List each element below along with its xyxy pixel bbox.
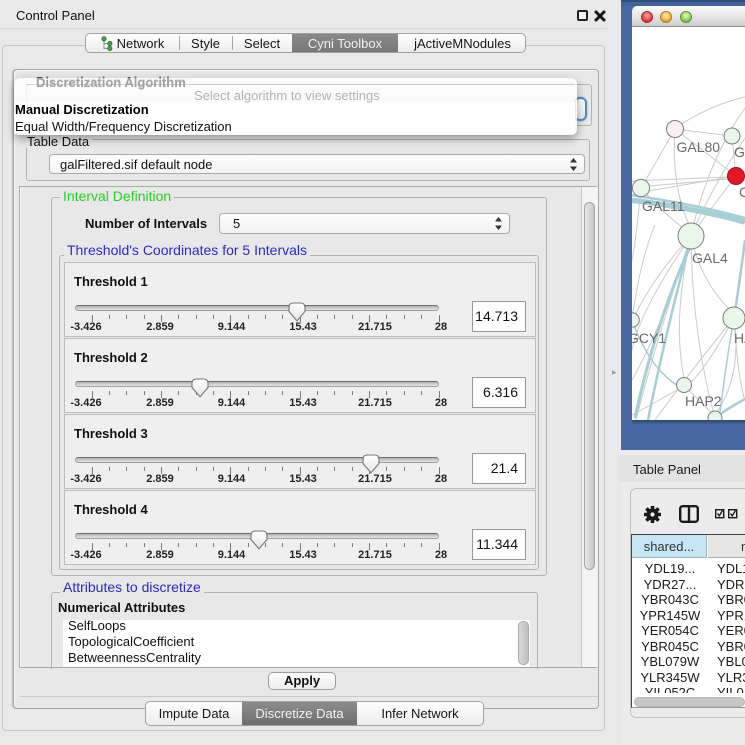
- svg-text:GA: GA: [734, 144, 745, 160]
- svg-text:HA: HA: [734, 330, 745, 346]
- svg-text:GAL80: GAL80: [677, 139, 721, 155]
- svg-text:GCY1: GCY1: [632, 330, 666, 346]
- svg-text:HAP2: HAP2: [685, 393, 722, 409]
- svg-text:GAL4: GAL4: [692, 250, 728, 266]
- svg-text:GAL11: GAL11: [642, 198, 685, 214]
- svg-text:CY: CY: [739, 184, 745, 200]
